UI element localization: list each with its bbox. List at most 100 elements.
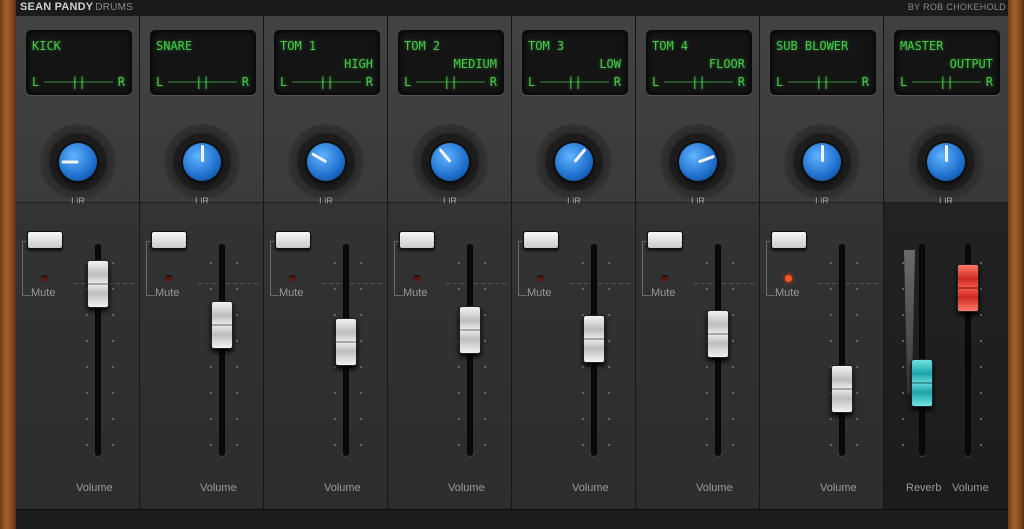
pan-indicator: L || R	[652, 75, 745, 89]
unity-mark	[198, 283, 258, 284]
mute-label: Mute	[155, 287, 180, 299]
pan-knob-control[interactable]: L|R	[536, 124, 612, 206]
volume-fader[interactable]	[87, 260, 109, 309]
channel-display: TOM 4 FLOOR L || R	[646, 30, 752, 95]
pan-knob[interactable]	[183, 143, 221, 181]
volume-fader[interactable]	[335, 317, 357, 366]
channel-strip: SUB BLOWER L || R L|R Mute Volume	[760, 16, 884, 510]
pan-indicator-center: ||	[691, 75, 706, 89]
scale-dots-right	[112, 250, 114, 460]
pan-indicator-center: ||	[939, 75, 954, 89]
channel-bottom-panel	[140, 203, 263, 510]
unity-mark	[446, 283, 506, 284]
pan-knob-control[interactable]: L|R	[40, 124, 116, 206]
channel-top-panel: TOM 1 HIGH L || R L|R	[264, 16, 387, 206]
volume-fader-track[interactable]	[839, 244, 845, 456]
pan-knob[interactable]	[555, 143, 593, 181]
channel-top-panel: TOM 2 MEDIUM L || R L|R	[388, 16, 511, 206]
channel-top-panel: TOM 3 LOW L || R L|R	[512, 16, 635, 206]
scale-dots-left	[458, 250, 460, 460]
channel-top-panel: MASTER OUTPUT L || R L|R	[884, 16, 1008, 206]
channel-bottom-panel	[264, 203, 387, 510]
title-bar: SEAN PANDY DRUMS BY ROB CHOKEHOLD	[16, 0, 1008, 17]
mute-led	[785, 275, 792, 282]
scale-dots-right	[360, 250, 362, 460]
scale-dots-right	[856, 250, 858, 460]
pan-knob[interactable]	[927, 143, 965, 181]
volume-label: Volume	[572, 482, 609, 494]
pan-knob-pointer	[437, 148, 452, 163]
volume-label: Volume	[76, 482, 113, 494]
pan-knob-pointer	[820, 145, 824, 162]
pan-indicator: L || R	[528, 75, 621, 89]
pan-knob[interactable]	[803, 143, 841, 181]
pan-knob[interactable]	[679, 143, 717, 181]
channel-strip: TOM 3 LOW L || R L|R Mute Volume	[512, 16, 636, 510]
scale-dots-right	[732, 250, 734, 460]
channel-name: KICK	[32, 39, 61, 53]
mute-button[interactable]	[647, 231, 683, 249]
mute-label: Mute	[651, 287, 676, 299]
mute-button[interactable]	[523, 231, 559, 249]
volume-fader[interactable]	[459, 306, 481, 355]
mute-button[interactable]	[771, 231, 807, 249]
app-title-text: SEAN PANDY	[20, 1, 94, 13]
pan-knob[interactable]	[431, 143, 469, 181]
mute-label: Mute	[527, 287, 552, 299]
pan-indicator-right: R	[117, 75, 125, 89]
volume-label: Volume	[324, 482, 361, 494]
master-volume-label: Volume	[952, 482, 989, 494]
scale-dots-right	[236, 250, 238, 460]
mute-button[interactable]	[151, 231, 187, 249]
volume-label: Volume	[448, 482, 485, 494]
volume-fader[interactable]	[583, 314, 605, 363]
reverb-fader-track[interactable]	[919, 244, 925, 456]
master-channel-strip: MASTER OUTPUT L || R L|R Reverb Volume	[884, 16, 1008, 510]
scale-dots-left	[830, 250, 832, 460]
pan-knob-control[interactable]: L|R	[288, 124, 364, 206]
channel-strip: TOM 2 MEDIUM L || R L|R Mute Volume	[388, 16, 512, 510]
mute-button[interactable]	[275, 231, 311, 249]
mute-button[interactable]	[399, 231, 435, 249]
pan-knob-control[interactable]: L|R	[660, 124, 736, 206]
volume-fader[interactable]	[831, 365, 853, 414]
pan-indicator-center: ||	[567, 75, 582, 89]
volume-fader-track[interactable]	[219, 244, 225, 456]
pan-indicator: L || R	[156, 75, 249, 89]
pan-indicator-right: R	[613, 75, 621, 89]
pan-knob-pointer	[697, 154, 715, 164]
channel-subname: OUTPUT	[949, 57, 993, 71]
volume-fader[interactable]	[211, 301, 233, 350]
channel-top-panel: TOM 4 FLOOR L || R L|R	[636, 16, 759, 206]
channel-bottom-panel	[388, 203, 511, 510]
channel-name: TOM 4	[652, 39, 689, 53]
pan-indicator-center: ||	[815, 75, 830, 89]
pan-indicator: L || R	[900, 75, 993, 89]
pan-knob[interactable]	[59, 143, 97, 181]
pan-indicator-center: ||	[319, 75, 334, 89]
channel-display: TOM 1 HIGH L || R	[274, 30, 380, 95]
pan-knob-pointer	[200, 145, 204, 162]
mute-bracket	[146, 241, 155, 296]
channel-top-panel: SUB BLOWER L || R L|R	[760, 16, 883, 206]
mute-bracket	[766, 241, 775, 296]
volume-fader[interactable]	[707, 309, 729, 358]
pan-knob-control[interactable]: L|R	[908, 124, 984, 206]
pan-knob-control[interactable]: L|R	[164, 124, 240, 206]
mute-bracket	[394, 241, 403, 296]
pan-knob[interactable]	[307, 143, 345, 181]
pan-knob-control[interactable]: L|R	[784, 124, 860, 206]
channel-bottom-panel	[636, 203, 759, 510]
reverb-fader[interactable]	[911, 358, 933, 407]
pan-indicator: L || R	[404, 75, 497, 89]
mute-button[interactable]	[27, 231, 63, 249]
reverb-scale-dots	[902, 250, 904, 460]
channel-top-panel: SNARE L || R L|R	[140, 16, 263, 206]
unity-mark	[818, 283, 878, 284]
unity-mark	[694, 283, 754, 284]
master-volume-fader[interactable]	[957, 263, 979, 312]
wood-side-panel-left	[0, 0, 16, 529]
pan-knob-control[interactable]: L|R	[412, 124, 488, 206]
pan-indicator-center: ||	[71, 75, 86, 89]
pan-indicator-right: R	[737, 75, 745, 89]
